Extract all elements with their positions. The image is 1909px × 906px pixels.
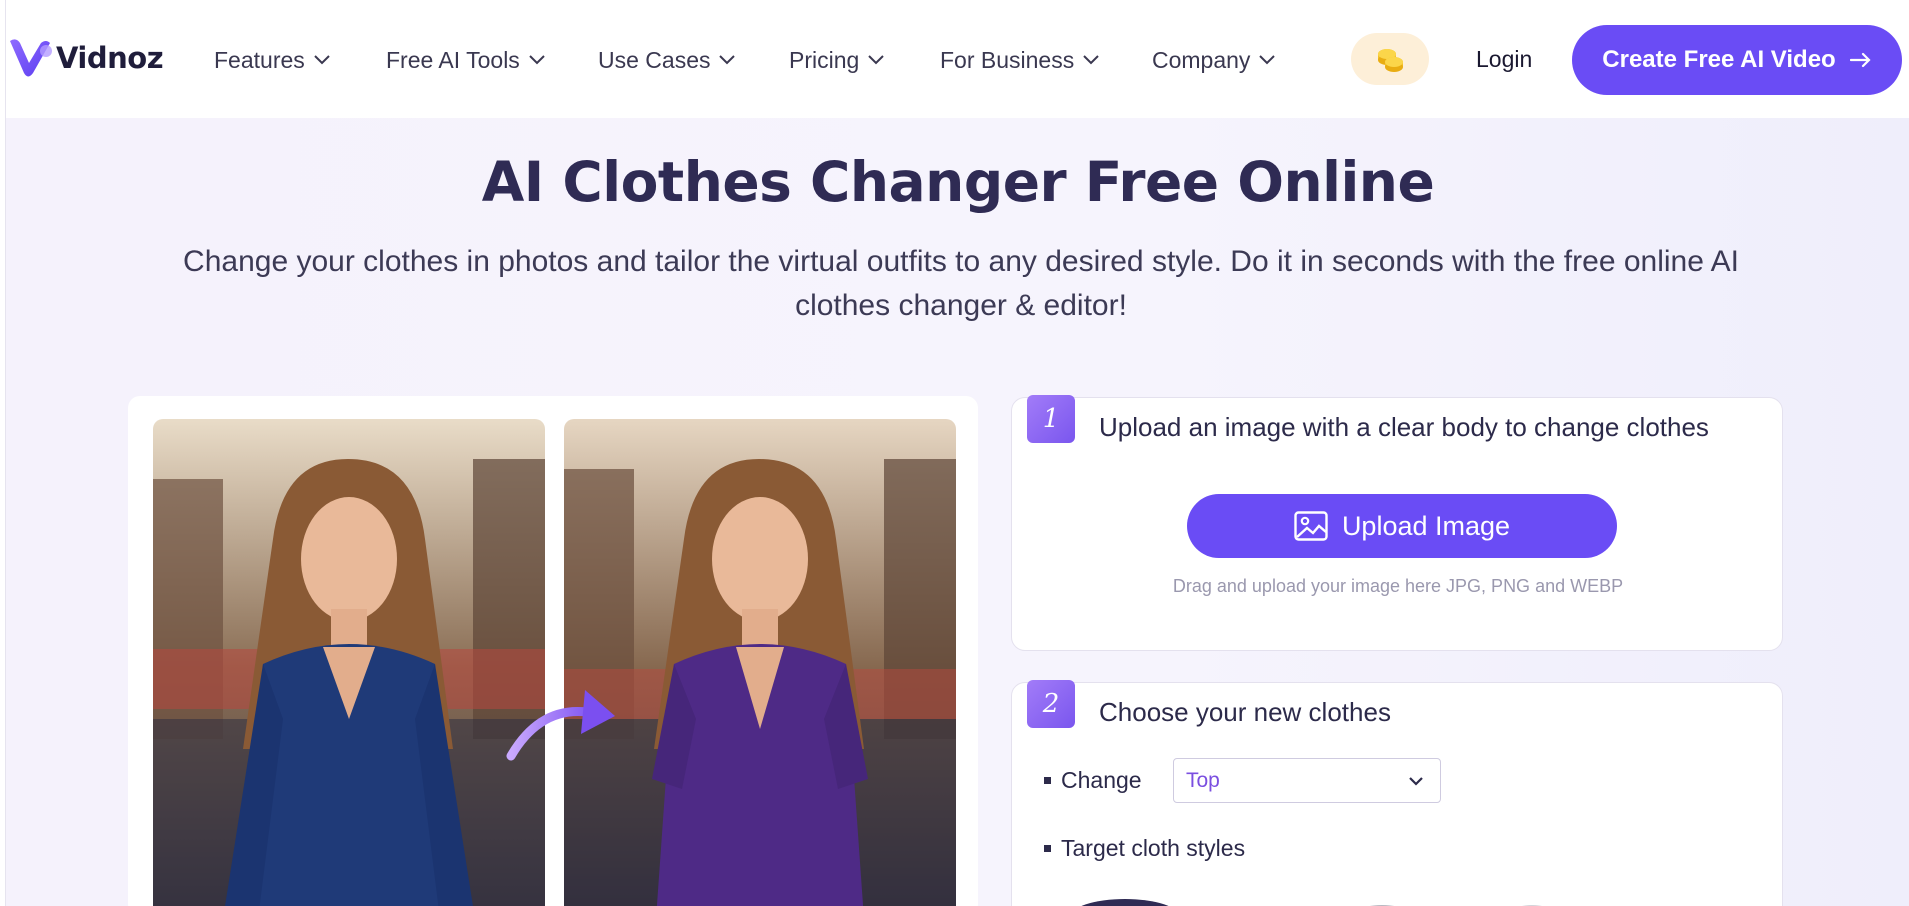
vidnoz-logo-icon: [10, 39, 52, 77]
before-after-preview: [128, 396, 978, 906]
change-field: Change: [1044, 767, 1142, 794]
chevron-down-icon: [719, 55, 736, 65]
chevron-down-icon: [1259, 55, 1276, 65]
site-header: Vidnoz Features Free AI Tools Use Cases …: [6, 0, 1909, 118]
image-icon: [1294, 511, 1328, 541]
nav-pricing[interactable]: Pricing: [789, 40, 885, 80]
before-photo: [153, 419, 545, 906]
chevron-down-icon: [314, 55, 330, 65]
page: Vidnoz Features Free AI Tools Use Cases …: [5, 0, 1909, 906]
nav-free-ai-tools[interactable]: Free AI Tools: [386, 40, 545, 80]
page-subtitle: Change your clothes in photos and tailor…: [183, 245, 1739, 322]
choose-clothes-panel: 2 Choose your new clothes Change Top Tar…: [1011, 680, 1783, 906]
arrow-right-icon: [1849, 52, 1871, 68]
curved-arrow-icon: [506, 690, 615, 761]
page-title: AI Clothes Changer Free Online: [481, 150, 1435, 214]
target-styles-label: Target cloth styles: [1061, 835, 1246, 861]
after-photo: [564, 419, 956, 906]
chevron-down-icon: [1083, 55, 1099, 65]
choose-clothes-title: Choose your new clothes: [1099, 697, 1391, 727]
change-select-value: Top: [1186, 768, 1220, 792]
nav-label: Use Cases: [598, 46, 711, 73]
vidnoz-logo[interactable]: Vidnoz: [6, 33, 164, 83]
bullet: [1044, 777, 1051, 784]
nav-label: Free AI Tools: [386, 46, 520, 73]
chevron-down-icon: [868, 55, 885, 65]
style-thumbnails[interactable]: [1062, 893, 1762, 906]
cta-label: Create Free AI Video: [1602, 46, 1836, 73]
credits-button[interactable]: [1351, 33, 1429, 85]
change-label: Change: [1061, 767, 1142, 793]
nav-label: Pricing: [789, 46, 860, 73]
login-link[interactable]: Login: [1476, 44, 1532, 74]
nav-use-cases[interactable]: Use Cases: [598, 40, 736, 80]
brand-name: Vidnoz: [56, 41, 164, 75]
create-free-ai-video-button[interactable]: Create Free AI Video: [1572, 25, 1902, 95]
chevron-down-icon: [529, 55, 545, 65]
nav-label: For Business: [940, 46, 1075, 73]
nav-label: Company: [1152, 46, 1251, 73]
coins-icon: [1378, 49, 1403, 72]
upload-panel: 1 Upload an image with a clear body to c…: [1011, 395, 1783, 651]
step-2-badge: 2: [1027, 680, 1075, 728]
bullet: [1044, 845, 1051, 852]
step-1-badge: 1: [1027, 395, 1075, 443]
upload-image-button[interactable]: Upload Image: [1187, 494, 1617, 558]
nav-company[interactable]: Company: [1152, 40, 1276, 80]
nav-for-business[interactable]: For Business: [940, 40, 1099, 80]
target-styles-field: Target cloth styles: [1044, 835, 1245, 862]
upload-button-label: Upload Image: [1341, 510, 1511, 541]
nav-label: Features: [214, 46, 305, 73]
chevron-down-icon: [1409, 777, 1423, 786]
change-select[interactable]: Top: [1173, 758, 1441, 803]
upload-panel-title: Upload an image with a clear body to cha…: [1099, 412, 1709, 442]
upload-hint: Drag and upload your image here JPG, PNG…: [1172, 576, 1624, 596]
nav-features[interactable]: Features: [214, 40, 330, 80]
